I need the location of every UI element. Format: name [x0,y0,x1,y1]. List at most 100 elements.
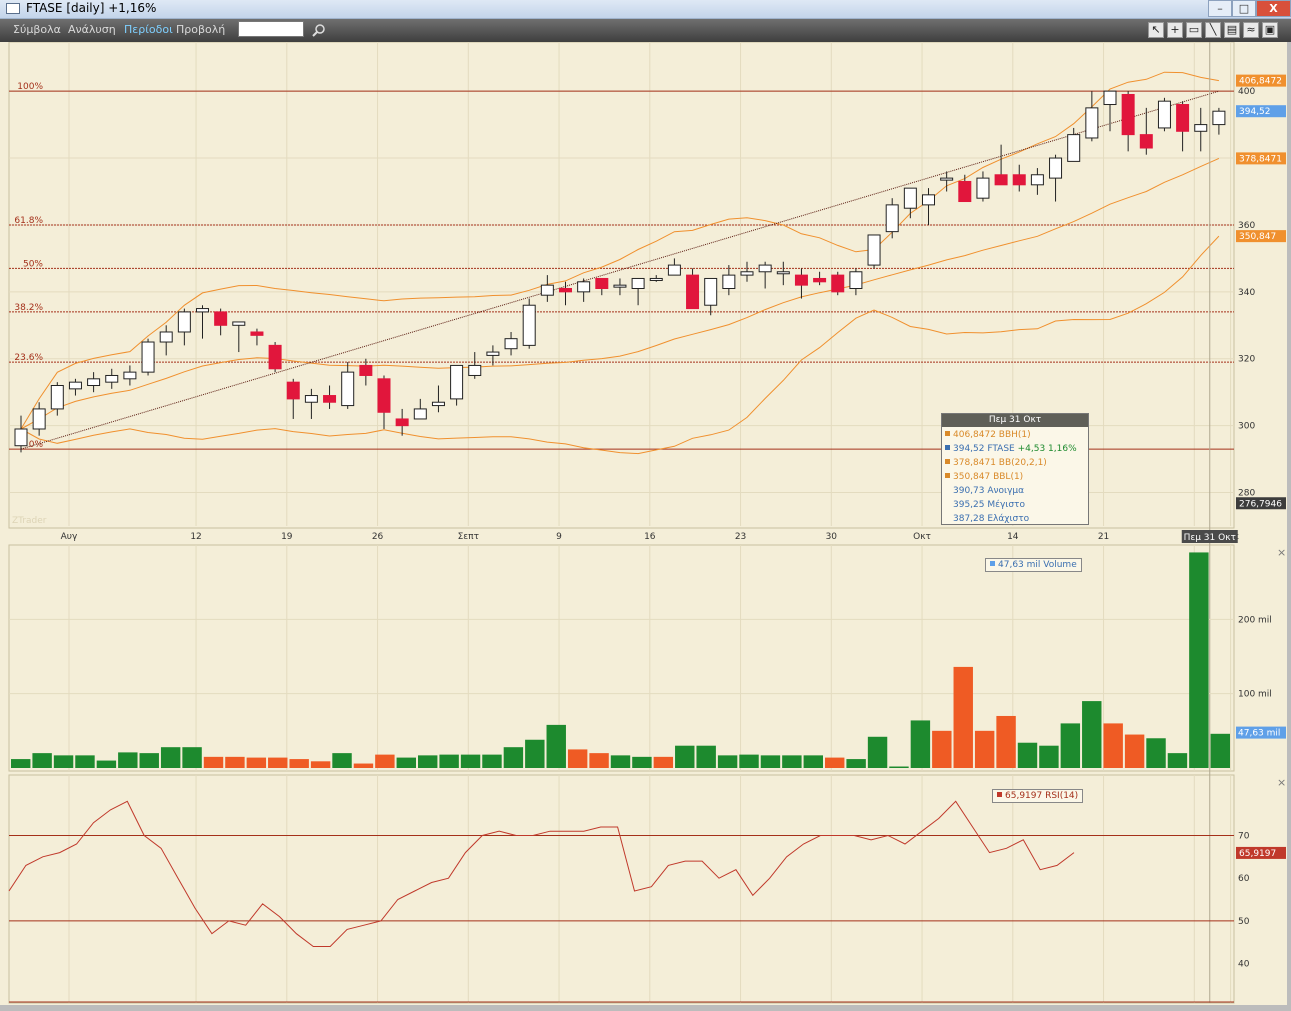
volume-bar [396,757,416,768]
volume-bar [653,756,674,768]
candle-body [431,401,445,407]
volume-bar [1210,733,1230,768]
cursor-date-label: Πεμ 31 Οκτ [1184,533,1236,543]
tooltip-row: 394,52 FTASE +4,53 1,16% [945,444,1077,454]
candle-body [214,311,228,326]
date-tick-label: 26 [372,532,384,542]
candle-body [1049,157,1063,179]
candle-body [667,264,681,276]
candle-body [686,274,700,310]
volume-bar [610,755,631,768]
volume-bar [846,759,866,768]
tooltip-change: +4,53 1,16% [1014,444,1077,454]
volume-bar [996,715,1016,768]
candle-body [87,378,101,387]
candle-body [359,364,373,376]
legend-marker [990,561,995,566]
horizontal-scrollbar [0,1005,1287,1011]
volume-bar [567,749,588,768]
candle-body [1030,174,1044,186]
save-icon[interactable]: ▣ [1262,22,1278,38]
menu-analysis[interactable]: Ανάλυση [68,23,116,36]
rectangle-icon[interactable]: ▭ [1186,22,1202,38]
tooltip-row: 406,8472 BBH(1) [945,430,1031,440]
price-axis-label: 320 [1238,355,1255,365]
candle-body [813,277,827,283]
volume-bar [717,755,738,768]
tooltip-text: 395,25 Μέγιστο [953,500,1025,510]
tooltip-text: 394,52 FTASE [953,444,1015,454]
menu-view[interactable]: Προβολή [176,23,225,36]
close-button[interactable]: X [1256,0,1291,17]
search-icon[interactable] [312,23,326,37]
maximize-button[interactable]: □ [1232,0,1256,17]
date-tick-label: 23 [735,532,746,542]
crosshair-icon[interactable]: + [1167,22,1183,38]
volume-bar [503,747,524,768]
price-axis-label: 400 [1238,87,1255,97]
candle-body [867,234,881,266]
tooltip-text: 350,847 BBL(1) [953,472,1024,482]
minimize-button[interactable]: – [1208,0,1232,17]
price-axis-label: 360 [1238,221,1255,231]
candle-body [177,311,191,333]
arrow-cursor-icon[interactable]: ↖ [1148,22,1164,38]
panel-close-icon[interactable]: × [1277,776,1286,789]
volume-axis-label: 100 mil [1238,690,1272,700]
tooltip-text: 378,8471 BB(20,2,1) [953,458,1047,468]
volume-bar [1124,734,1145,768]
menu-symbols[interactable]: Σύμβολα [13,23,61,36]
volume-last-tag: 47,63 mil [1238,729,1280,739]
rsi-axis-label: 50 [1238,917,1250,927]
tooltip-row: 387,28 Ελάχιστο [953,514,1029,524]
tooltip-row: 350,847 BBL(1) [945,472,1023,482]
volume-bar [803,755,823,768]
fibonacci-level-label: 38.2% [14,303,43,313]
fibonacci-level-label: 100% [17,82,43,92]
candle-body [450,364,464,400]
volume-bar [160,747,181,768]
candle-body [1176,104,1190,132]
rsi-legend: 65,9197 RSI(14) [992,789,1084,803]
menu-periods[interactable]: Περίοδοι [124,23,173,36]
volume-bar [760,755,781,768]
symbol-search-input[interactable] [238,21,304,37]
candle-body [958,180,972,203]
candle-body [268,344,282,370]
candle [831,271,845,296]
volume-bar [182,747,202,768]
candle-body [159,331,173,343]
line-tool-icon[interactable]: ╲ [1205,22,1221,38]
volume-bar [1146,738,1166,768]
volume-bar [546,724,566,768]
rsi-legend-label: 65,9197 RSI(14) [1005,791,1079,801]
rsi-axis-label: 60 [1238,874,1250,884]
volume-bar [1017,742,1038,768]
last-price-tag: 394,52 [1239,107,1271,117]
price-axis-label: 340 [1238,288,1255,298]
candle-body [196,308,209,313]
volume-legend-label: 47,63 mil Volume [998,560,1077,570]
volume-bar [460,754,481,768]
candle-body [831,274,845,293]
candle-body [123,371,137,380]
candle [867,234,881,269]
date-tick-label: 9 [556,532,562,542]
rsi-axis-label: 70 [1238,832,1250,842]
table-icon[interactable]: ▤ [1224,22,1240,38]
candle-body [50,385,64,410]
volume-bar [525,739,545,768]
data-tooltip: Πεμ 31 Οκτ 406,8472 BBH(1) 394,52 FTASE +… [941,413,1089,525]
volume-bar [139,753,159,768]
panel-close-icon[interactable]: × [1277,546,1286,559]
tooltip-text: 390,73 Ανοιγμα [953,486,1025,496]
candle-body [740,271,754,276]
candle-body [631,277,645,289]
chart-icon[interactable]: ≈ [1243,22,1259,38]
candle-body [613,284,627,288]
candle-body [232,321,246,326]
volume-bar [932,730,952,768]
candle [141,338,155,376]
candle-body [1194,124,1208,132]
candle-body [577,281,591,293]
